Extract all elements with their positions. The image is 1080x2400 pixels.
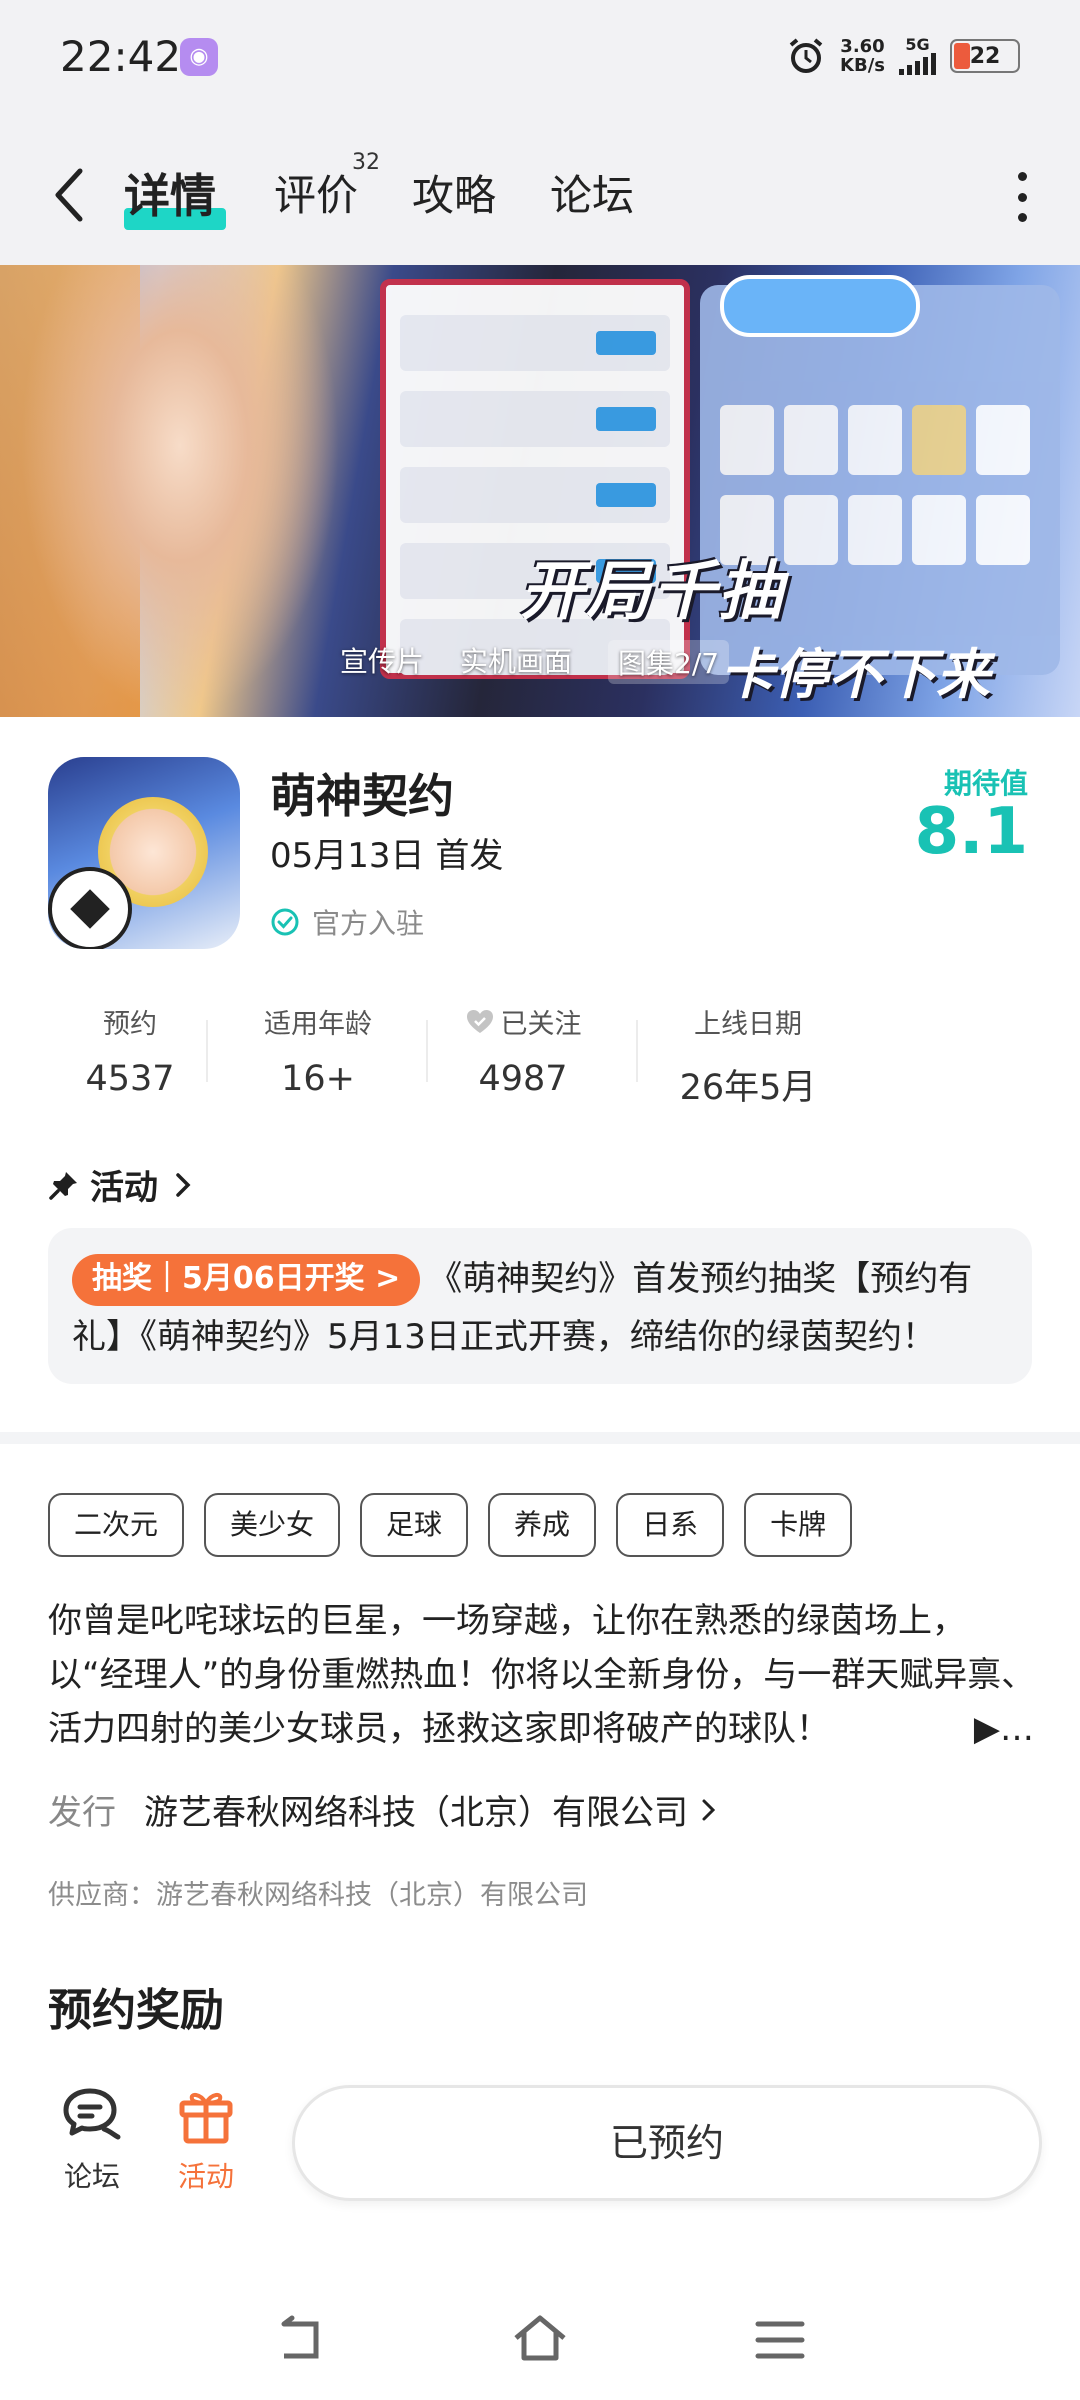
tab-reviews[interactable]: 评价 [274,162,358,223]
chevron-right-icon [176,1172,191,1197]
tab-forum-label: 论坛 [550,171,635,220]
game-icon [48,757,240,949]
activity-label: 活动 [177,2160,234,2193]
pin-icon [49,1171,77,1200]
tab-guides[interactable]: 攻略 [412,162,496,223]
system-menu-icon[interactable] [750,2310,810,2370]
banner-media-tabs: 宣传片 实机画面 图集2/7 [340,640,730,684]
divider [426,1020,428,1082]
gift-icon [179,2092,233,2144]
lottery-tag[interactable]: 抽奖｜5月06日开奖 > [72,1254,421,1306]
expand-description-button[interactable]: ▶… [963,1702,1034,1756]
stat-age-rating: 适用年龄 16+ [228,1002,408,1099]
stat-followers[interactable]: 已关注 4987 [433,1002,613,1099]
system-back-icon[interactable] [270,2310,330,2370]
net-speed-value: 3.60 [840,36,885,57]
tab-forum[interactable]: 论坛 [550,162,634,223]
tag-chip[interactable]: 日系 [616,1493,725,1557]
signal-icon: 5G [899,37,936,75]
stat-label: 适用年龄 [264,1009,372,1040]
banner-tab-gallery[interactable]: 图集2/7 [608,640,730,684]
supplier-info: 供应商：游艺春秋网络科技（北京）有限公司 [48,1880,588,1911]
reserved-button[interactable]: 已预约 [292,2085,1042,2201]
banner-tab-trailer[interactable]: 宣传片 [340,640,424,684]
stat-label: 上线日期 [694,1009,802,1040]
net-speed-unit: KB/s [840,55,885,76]
net-speed: 3.60 KB/s [840,37,885,75]
back-icon[interactable] [50,165,90,225]
stat-label-text: 已关注 [500,1009,582,1040]
system-home-icon[interactable] [510,2310,570,2370]
stat-label: 已关注 [433,1002,613,1041]
activity-button[interactable]: 活动 [156,2085,256,2195]
tag-chip[interactable]: 美少女 [204,1493,341,1557]
stat-reservations: 预约 4537 [40,1002,220,1099]
official-label: 官方入驻 [312,907,425,940]
network-type: 5G [905,35,930,54]
tab-reviews-label: 评价 [274,171,359,220]
more-options-icon[interactable] [1014,172,1030,222]
media-banner[interactable]: 开局千抽 卡停不下来 宣传片 实机画面 图集2/7 [0,265,1080,717]
status-time: 22:42 [60,32,182,81]
system-navigation-bar [0,2290,1080,2400]
stat-launch-date: 上线日期 26年5月 [658,1002,838,1110]
description-text: 你曾是叱咤球坛的巨星，一场穿越，让你在熟悉的绿茵场上，以“经理人”的身份重燃热血… [48,1601,1036,1749]
battery-level: 22 [969,43,1001,69]
banner-tab-gameplay[interactable]: 实机画面 [460,640,572,684]
publisher-key: 发行 [48,1793,116,1833]
battery-icon: 22 [950,39,1020,73]
activity-card[interactable]: 抽奖｜5月06日开奖 > 《萌神契约》首发预约抽奖【预约有礼】《萌神契约》5月13… [48,1228,1032,1384]
tag-list: 二次元 美少女 足球 养成 日系 卡牌 [48,1493,853,1557]
forum-label: 论坛 [63,2160,120,2193]
stat-value: 4987 [478,1059,568,1099]
chevron-right-icon [702,1799,716,1820]
reviews-count: 32 [352,150,380,175]
stat-value: 4537 [85,1059,175,1099]
game-description[interactable]: 你曾是叱咤球坛的巨星，一场穿越，让你在熟悉的绿茵场上，以“经理人”的身份重燃热血… [48,1594,1038,1756]
expectation-score: 8.1 [914,795,1028,869]
app-notification-icon: ◉ [180,38,218,76]
tab-details-label: 详情 [124,169,216,223]
official-badge: 官方入驻 [270,902,424,942]
reservation-rewards-title: 预约奖励 [48,1985,224,2036]
stat-label: 预约 [103,1009,157,1040]
tag-chip[interactable]: 养成 [488,1493,597,1557]
activity-title: 活动 [90,1168,158,1208]
banner-caption-1: 开局千抽 [520,555,784,629]
stat-value: 16+ [281,1059,355,1099]
banner-caption-2: 卡停不下来 [720,643,990,706]
stats-row: 预约 4537 适用年龄 16+ 已关注 4987 上线日期 26年5月 [40,1002,1040,1112]
game-title: 萌神契约 [270,769,454,823]
check-circle-icon [271,908,299,936]
release-date: 05月13日 首发 [270,836,504,876]
heart-check-icon [466,1009,493,1033]
chat-icon [63,2088,121,2140]
divider [206,1020,208,1082]
forum-button[interactable]: 论坛 [42,2085,142,2195]
tag-chip[interactable]: 足球 [360,1493,469,1557]
banner-character [20,265,340,717]
publisher-row[interactable]: 发行 游艺春秋网络科技（北京）有限公司 [48,1785,720,1834]
banner-badge [720,275,920,337]
status-bar: 22:42 ◉ 3.60 KB/s 5G 22 [0,0,1080,120]
bottom-action-bar: 论坛 活动 已预约 [0,2055,1080,2235]
divider [636,1020,638,1082]
tab-details[interactable]: 详情 [124,160,216,226]
tag-chip[interactable]: 卡牌 [744,1493,853,1557]
top-navigation: 详情 评价 32 攻略 论坛 [0,120,1080,265]
publisher-name: 游艺春秋网络科技（北京）有限公司 [144,1793,688,1833]
section-divider [0,1432,1080,1444]
stat-value: 26年5月 [679,1068,817,1108]
activity-header[interactable]: 活动 [48,1160,194,1209]
status-icons: 3.60 KB/s 5G 22 [786,34,1020,78]
tag-chip[interactable]: 二次元 [48,1493,185,1557]
alarm-icon [789,38,823,73]
tab-guides-label: 攻略 [412,171,497,220]
